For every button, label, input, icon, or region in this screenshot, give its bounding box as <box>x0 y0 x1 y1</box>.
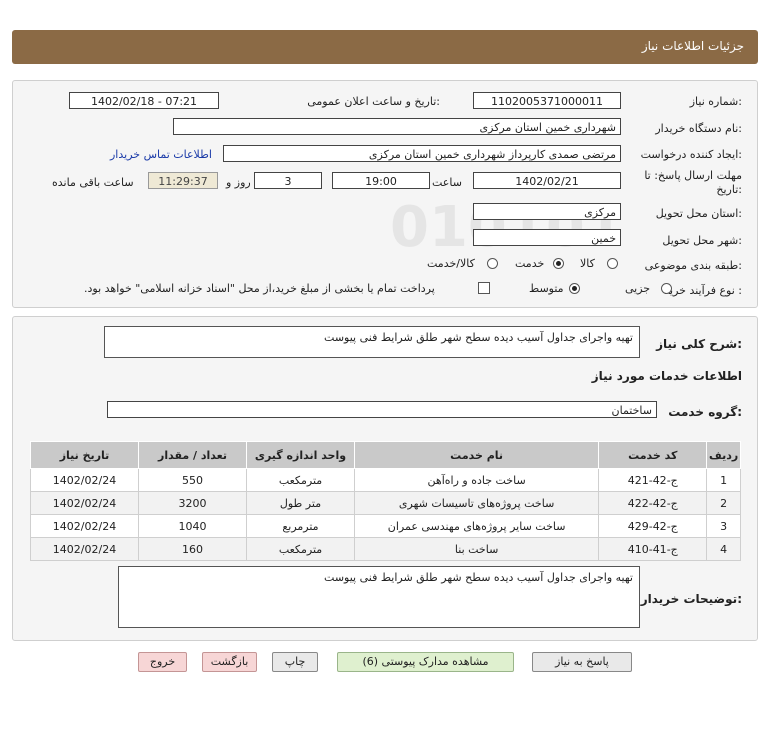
col-row-header: ردیف <box>706 441 741 469</box>
service-name: ساخت سایر پروژه‌های مهندسی عمران <box>353 514 600 538</box>
summary-text: تهیه واجرای جداول آسیب دیده سطح شهر طلق … <box>104 326 640 358</box>
services-table: ردیف کد خدمت نام خدمت واحد اندازه گیری ت… <box>29 441 741 561</box>
city-label: شهر محل تحویل: <box>662 234 742 247</box>
process-medium-label: متوسط <box>529 282 564 295</box>
table-row: 3 ج-42-429 ساخت سایر پروژه‌های مهندسی عم… <box>29 514 741 538</box>
page-header: جزئیات اطلاعات نیاز <box>12 30 758 64</box>
row-index: 2 <box>706 491 741 515</box>
row-index: 1 <box>706 468 741 492</box>
col-date-header: تاریخ نیاز <box>29 441 140 469</box>
service-unit: متر طول <box>246 491 355 515</box>
category-radio-goods[interactable] <box>607 258 618 269</box>
service-code: ج-41-410 <box>598 537 708 561</box>
province-field: مرکزی <box>473 203 621 220</box>
process-radio-medium[interactable] <box>569 283 580 294</box>
remaining-label: ساعت باقی مانده <box>52 176 134 189</box>
days-field: 3 <box>254 172 322 189</box>
service-date: 1402/02/24 <box>29 537 140 561</box>
service-qty: 1040 <box>138 514 247 538</box>
row-index: 4 <box>706 537 741 561</box>
process-radio-minor[interactable] <box>661 283 672 294</box>
service-qty: 160 <box>138 537 247 561</box>
summary-label: شرح کلی نیاز: <box>656 337 742 351</box>
col-name-header: نام خدمت <box>353 441 600 469</box>
need-number-label: شماره نیاز: <box>689 95 742 108</box>
col-unit-header: واحد اندازه گیری <box>246 441 355 469</box>
buyer-notes-text: تهیه واجرای جداول آسیب دیده سطح شهر طلق … <box>118 566 640 628</box>
buyer-notes-label: توضیحات خریدار: <box>640 592 742 606</box>
service-group-label: گروه خدمت: <box>668 405 742 419</box>
service-date: 1402/02/24 <box>29 514 140 538</box>
creator-field: مرتضی صمدی کارپرداز شهرداری خمین استان م… <box>223 145 621 162</box>
page-title: جزئیات اطلاعات نیاز <box>641 39 744 53</box>
service-qty: 3200 <box>138 491 247 515</box>
category-radio-service[interactable] <box>553 258 564 269</box>
creator-label: ایجاد کننده درخواست: <box>640 148 742 161</box>
treasury-payment-note: پرداخت تمام یا بخشی از مبلغ خرید،از محل … <box>84 282 435 295</box>
buyer-org-label: نام دستگاه خریدار: <box>655 122 742 135</box>
deadline-label-1: مهلت ارسال پاسخ: تا <box>644 169 742 182</box>
process-minor-label: جزیی <box>625 282 651 295</box>
services-title: اطلاعات خدمات مورد نیاز <box>591 369 742 383</box>
deadline-time-field: 19:00 <box>332 172 430 189</box>
service-unit: مترمکعب <box>246 468 355 492</box>
table-row: 2 ج-42-422 ساخت پروژه‌های تاسیسات شهری م… <box>29 491 741 515</box>
time-label: ساعت <box>432 176 462 189</box>
service-name: ساخت بنا <box>353 537 600 561</box>
table-row: 1 ج-42-421 ساخت جاده و راه‌آهن مترمکعب 5… <box>29 468 741 492</box>
service-group-field: ساختمان <box>107 401 657 418</box>
table-header-row: ردیف کد خدمت نام خدمت واحد اندازه گیری ت… <box>29 441 741 469</box>
buyer-org-field: شهرداری خمین استان مرکزی <box>173 118 621 135</box>
col-qty-header: تعداد / مقدار <box>138 441 247 469</box>
back-button[interactable]: بازگشت <box>202 652 257 672</box>
deadline-date-field: 1402/02/21 <box>473 172 621 189</box>
exit-button[interactable]: خروج <box>138 652 187 672</box>
service-name: ساخت پروژه‌های تاسیسات شهری <box>353 491 600 515</box>
service-date: 1402/02/24 <box>29 491 140 515</box>
category-goods-label: کالا <box>580 257 595 270</box>
category-service-label: خدمت <box>515 257 545 270</box>
contact-buyer-link[interactable]: اطلاعات تماس خریدار <box>110 148 212 161</box>
row-index: 3 <box>706 514 741 538</box>
service-code: ج-42-422 <box>598 491 708 515</box>
deadline-label-2: تاریخ: <box>716 183 742 196</box>
category-goods-service-label: کالا/خدمت <box>427 257 475 270</box>
details-panel <box>12 80 758 308</box>
need-number-field: 1102005371000011 <box>473 92 621 109</box>
city-field: خمین <box>473 229 621 246</box>
service-unit: مترمربع <box>246 514 355 538</box>
announce-field: 1402/02/18 - 07:21 <box>69 92 219 109</box>
province-label: استان محل تحویل: <box>655 207 742 220</box>
category-label: طبقه بندی موضوعی: <box>644 259 742 272</box>
table-row: 4 ج-41-410 ساخت بنا مترمکعب 160 1402/02/… <box>29 537 741 561</box>
treasury-payment-checkbox[interactable] <box>478 282 490 294</box>
category-radio-goods-service[interactable] <box>487 258 498 269</box>
announce-label: تاریخ و ساعت اعلان عمومی: <box>307 95 440 108</box>
service-code: ج-42-421 <box>598 468 708 492</box>
print-button[interactable]: چاپ <box>272 652 318 672</box>
service-qty: 550 <box>138 468 247 492</box>
service-date: 1402/02/24 <box>29 468 140 492</box>
days-label: روز و <box>226 176 251 189</box>
col-code-header: کد خدمت <box>598 441 708 469</box>
service-code: ج-42-429 <box>598 514 708 538</box>
remaining-time-field: 11:29:37 <box>148 172 218 189</box>
service-unit: مترمکعب <box>246 537 355 561</box>
view-attachments-button[interactable]: مشاهده مدارک پیوستی (6) <box>337 652 514 672</box>
service-name: ساخت جاده و راه‌آهن <box>353 468 600 492</box>
reply-button[interactable]: پاسخ به نیاز <box>532 652 632 672</box>
process-label: نوع فرآیند خرید : <box>664 284 742 297</box>
